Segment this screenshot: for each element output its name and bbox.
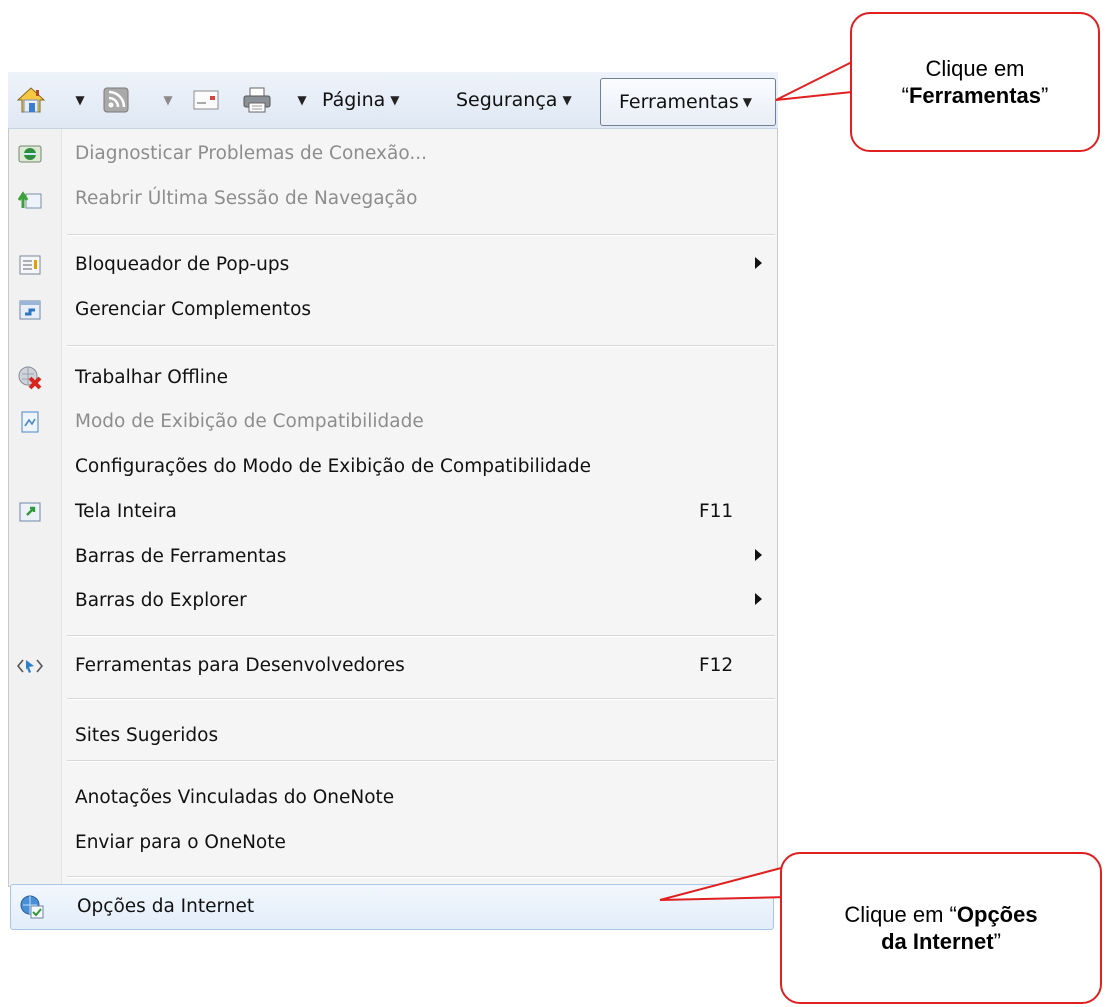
- callout-prefix: Clique em “: [844, 901, 957, 927]
- options-callout-line2: da Internet”: [782, 928, 1100, 956]
- options-callout-emphasis: da Internet: [881, 929, 994, 954]
- tools-callout: Clique em “Ferramentas”: [850, 12, 1100, 152]
- quote-open: “: [901, 83, 909, 108]
- tools-callout-line1: Clique em: [925, 55, 1025, 81]
- internet-options-callout: Clique em “Opções da Internet”: [780, 852, 1102, 1004]
- tools-callout-pointer: [775, 60, 853, 101]
- options-callout-line1: Clique em “Opções: [782, 901, 1100, 929]
- tools-callout-emphasis: Ferramentas: [908, 83, 1042, 108]
- quote-close: ”: [993, 929, 1001, 954]
- options-callout-emphasis: Opções: [956, 901, 1038, 927]
- tools-callout-line2: “Ferramentas”: [852, 82, 1098, 110]
- quote-close: ”: [1041, 83, 1049, 108]
